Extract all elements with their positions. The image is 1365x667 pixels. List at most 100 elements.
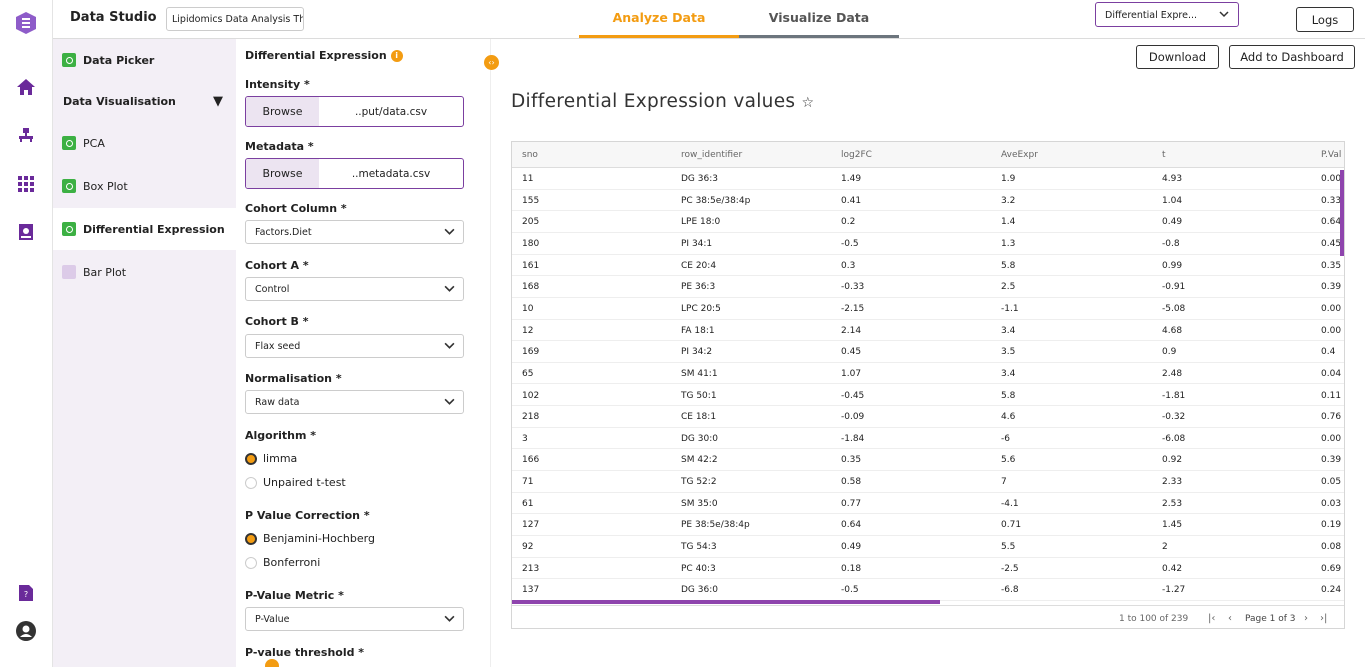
cell-t: 2.48: [1162, 368, 1183, 379]
table-row[interactable]: 3 DG 30:0 -1.84 -6 -6.08 0.00: [512, 428, 1344, 450]
correction-radio-benjamini-hochberg[interactable]: Benjamini-Hochberg: [245, 532, 375, 545]
radio-label: limma: [263, 452, 298, 465]
cell-sno: 92: [522, 542, 534, 553]
table-row[interactable]: 218 CE 18:1 -0.09 4.6 -0.32 0.76: [512, 406, 1344, 428]
table-row[interactable]: 71 TG 52:2 0.58 7 2.33 0.05: [512, 471, 1344, 493]
cell-sno: 168: [522, 282, 540, 293]
cell-aveexpr: -6.8: [1001, 585, 1019, 596]
column-header-t[interactable]: t: [1162, 150, 1166, 160]
logo-icon[interactable]: [14, 11, 38, 35]
add-to-dashboard-button[interactable]: Add to Dashboard: [1229, 45, 1355, 69]
project-name-input[interactable]: Lipidomics Data Analysis Th: [166, 7, 304, 31]
cell-pval: 0.45: [1321, 238, 1342, 249]
sidebar-item-label: Data Picker: [83, 53, 155, 67]
table-row[interactable]: 11 DG 36:3 1.49 1.9 4.93 0.00: [512, 168, 1344, 190]
table-row[interactable]: 92 TG 54:3 0.49 5.5 2 0.08: [512, 536, 1344, 558]
cohort-b-select[interactable]: Flax seed: [245, 334, 464, 358]
column-header-log2fc[interactable]: log2FC: [841, 150, 872, 160]
cohort-column-select[interactable]: Factors.Diet: [245, 220, 464, 244]
workflow-icon[interactable]: [15, 124, 37, 146]
first-page-icon[interactable]: |‹: [1208, 613, 1215, 624]
table-row[interactable]: 169 PI 34:2 0.45 3.5 0.9 0.4: [512, 341, 1344, 363]
page-title: Differential Expression values ☆: [511, 91, 814, 112]
cell-log2fc: -0.33: [841, 282, 865, 293]
cell-row-identifier: DG 30:0: [681, 433, 718, 444]
sidebar: Data Picker Data Visualisation ▼ PCA Box…: [53, 39, 236, 667]
table-row[interactable]: 161 CE 20:4 0.3 5.8 0.99 0.35: [512, 255, 1344, 277]
correction-radio-bonferroni[interactable]: Bonferroni: [245, 556, 320, 569]
table-row[interactable]: 205 LPE 18:0 0.2 1.4 0.49 0.64: [512, 211, 1344, 233]
logs-button[interactable]: Logs: [1296, 7, 1354, 32]
table-row[interactable]: 127 PE 38:5e/38:4p 0.64 0.71 1.45 0.19: [512, 514, 1344, 537]
table-row[interactable]: 213 PC 40:3 0.18 -2.5 0.42 0.69: [512, 558, 1344, 580]
prev-page-icon[interactable]: ‹: [1228, 613, 1232, 624]
cohort-a-select[interactable]: Control: [245, 277, 464, 301]
cell-aveexpr: -2.5: [1001, 563, 1019, 574]
cell-pval: 0.04: [1321, 368, 1342, 379]
table-row[interactable]: 166 SM 42:2 0.35 5.6 0.92 0.39: [512, 449, 1344, 472]
algorithm-radio-unpaired-t-test[interactable]: Unpaired t-test: [245, 476, 346, 489]
normalisation-value: Raw data: [255, 397, 300, 408]
metadata-file-input[interactable]: Browse ..metadata.csv: [245, 158, 464, 189]
sidebar-item-pca[interactable]: PCA: [53, 122, 236, 164]
sidebar-item-data-picker[interactable]: Data Picker: [53, 39, 236, 81]
normalisation-select[interactable]: Raw data: [245, 390, 464, 414]
table-row[interactable]: 10 LPC 20:5 -2.15 -1.1 -5.08 0.00: [512, 298, 1344, 320]
cell-row-identifier: PC 40:3: [681, 563, 716, 574]
column-header-aveexpr[interactable]: AveExpr: [1001, 150, 1038, 160]
cell-sno: 155: [522, 195, 540, 206]
table-row[interactable]: 180 PI 34:1 -0.5 1.3 -0.8 0.45: [512, 233, 1344, 255]
cell-sno: 180: [522, 238, 540, 249]
cell-pval: 0.05: [1321, 477, 1342, 488]
cell-pval: 0.35: [1321, 260, 1342, 271]
report-icon[interactable]: [15, 221, 37, 243]
algorithm-radio-limma[interactable]: limma: [245, 452, 297, 465]
horizontal-scrollbar[interactable]: [512, 600, 940, 604]
cell-aveexpr: 3.5: [1001, 347, 1016, 358]
check-icon: [62, 222, 76, 236]
intensity-file-input[interactable]: Browse ..put/data.csv: [245, 96, 464, 127]
app-title: Data Studio: [70, 10, 157, 25]
p-value-metric-select[interactable]: P-Value: [245, 607, 464, 631]
table-row[interactable]: 137 DG 36:0 -0.5 -6.8 -1.27 0.24: [512, 579, 1344, 601]
home-icon[interactable]: [15, 76, 37, 98]
chevron-down-icon: [444, 226, 455, 240]
next-page-icon[interactable]: ›: [1304, 613, 1308, 624]
sidebar-item-differential-expression[interactable]: Differential Expression: [53, 208, 236, 250]
star-icon[interactable]: ☆: [802, 95, 815, 111]
table-row[interactable]: 61 SM 35:0 0.77 -4.1 2.53 0.03: [512, 493, 1344, 515]
intensity-browse-button[interactable]: Browse: [246, 97, 319, 126]
unchecked-icon: [62, 265, 76, 279]
table-row[interactable]: 168 PE 36:3 -0.33 2.5 -0.91 0.39: [512, 276, 1344, 298]
user-icon[interactable]: [15, 620, 37, 642]
column-header-sno[interactable]: sno: [522, 150, 538, 160]
last-page-icon[interactable]: ›|: [1320, 613, 1327, 624]
info-icon[interactable]: i: [390, 50, 403, 62]
table-row[interactable]: 102 TG 50:1 -0.45 5.8 -1.81 0.11: [512, 385, 1344, 407]
download-button[interactable]: Download: [1136, 45, 1219, 69]
cell-pval: 0.76: [1321, 412, 1342, 423]
cell-sno: 169: [522, 347, 540, 358]
sidebar-item-bar-plot[interactable]: Bar Plot: [53, 251, 236, 293]
column-header-row-identifier[interactable]: row_identifier: [681, 150, 742, 160]
tab-analyze-data[interactable]: Analyze Data: [579, 0, 739, 38]
column-header-pval[interactable]: P.Val: [1321, 150, 1341, 160]
apps-icon[interactable]: [15, 173, 37, 195]
slider-handle[interactable]: [265, 659, 279, 667]
vertical-scrollbar[interactable]: [1340, 170, 1344, 256]
cell-t: 1.04: [1162, 195, 1183, 206]
table-row[interactable]: 155 PC 38:5e/38:4p 0.41 3.2 1.04 0.33: [512, 190, 1344, 212]
radio-selected-icon: [245, 532, 257, 545]
sidebar-section-data-visualisation[interactable]: Data Visualisation ▼: [53, 80, 236, 122]
help-icon[interactable]: ?: [15, 582, 37, 604]
table-row[interactable]: 12 FA 18:1 2.14 3.4 4.68 0.00: [512, 320, 1344, 342]
check-icon: [62, 136, 76, 150]
table-row[interactable]: 65 SM 41:1 1.07 3.4 2.48 0.04: [512, 363, 1344, 385]
sidebar-item-box-plot[interactable]: Box Plot: [53, 165, 236, 207]
form-heading: Differential Expression i: [245, 49, 403, 62]
cell-t: 2.53: [1162, 498, 1183, 509]
metadata-browse-button[interactable]: Browse: [246, 159, 319, 188]
analysis-select[interactable]: Differential Expre...: [1095, 2, 1239, 27]
tab-visualize-data[interactable]: Visualize Data: [739, 0, 899, 38]
cell-sno: 3: [522, 433, 528, 444]
